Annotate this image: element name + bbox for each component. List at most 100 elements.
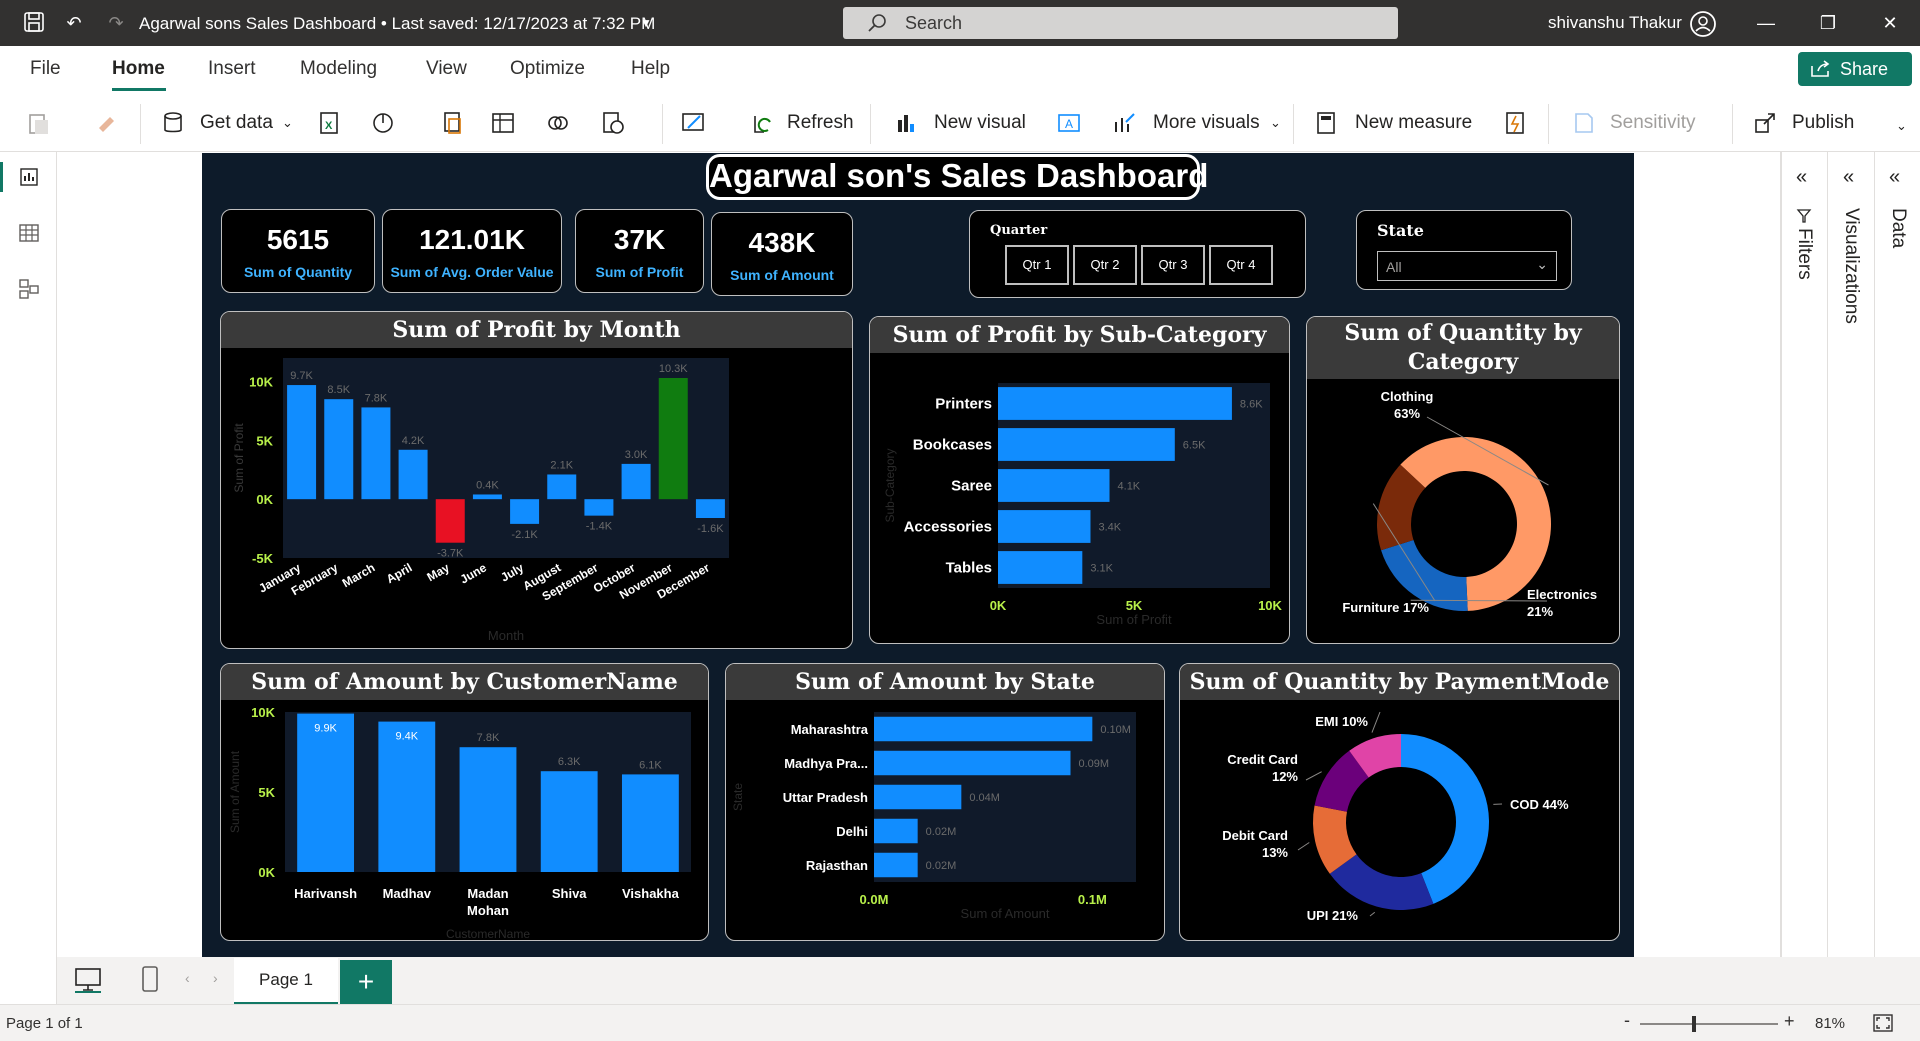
scroll-right-icon[interactable]: › [213,970,218,986]
publish-button[interactable]: Publish [1792,112,1854,134]
zoom-slider-thumb[interactable] [1692,1016,1696,1032]
restore-button[interactable]: ❐ [1808,9,1848,37]
quarter-option-q4[interactable]: Qtr 4 [1209,245,1273,285]
chart-quantity-by-paymentmode[interactable]: Sum of Quantity by PaymentMode COD 44% UP… [1179,663,1620,941]
chart-title: Sum of Profit by Month [221,312,852,348]
x-tick-label: 10K [1258,598,1282,613]
zoom-in-button[interactable]: + [1784,1011,1795,1032]
text-box-icon[interactable]: A [1056,110,1082,136]
datahub-icon[interactable] [370,110,396,136]
data-label: Clothing [1381,389,1434,404]
scroll-left-icon[interactable]: ‹ [185,970,190,986]
expand-filters-icon[interactable]: « [1796,166,1807,189]
more-visuals-button[interactable]: More visuals [1153,112,1260,134]
bar [998,510,1091,543]
bar [378,721,436,872]
kpi-card-avg-order-value[interactable]: 121.01K Sum of Avg. Order Value [382,209,562,293]
report-view-icon[interactable] [18,166,40,188]
menu-file[interactable]: File [30,58,61,80]
document-title[interactable]: Agarwal sons Sales Dashboard • Last save… [139,14,655,34]
chart-quantity-by-category[interactable]: Sum of Quantity by Category Clothing 63% E… [1306,316,1620,644]
data-label: 6.3K [558,756,581,768]
dataverse-icon[interactable] [545,110,571,136]
search-box[interactable]: Search [843,7,1398,39]
menu-view[interactable]: View [426,58,467,80]
data-label: 8.5K [327,384,350,396]
right-panes: « « « Filters Visualizations Data [1780,152,1920,957]
avatar[interactable] [1690,11,1716,37]
chart-title: Sum of Quantity by PaymentMode [1180,664,1619,700]
kpi-card-quantity[interactable]: 5615 Sum of Quantity [221,209,375,293]
kpi-card-profit[interactable]: 37K Sum of Profit [575,209,704,293]
redo-icon[interactable]: ↷ [104,11,128,35]
x-tick-label: Madhav [383,886,432,901]
undo-icon[interactable]: ↶ [62,11,86,35]
fit-to-page-icon[interactable] [1873,1014,1893,1032]
data-label: -1.6K [697,523,724,535]
quarter-option-q1[interactable]: Qtr 1 [1005,245,1069,285]
chart-title: Sum of Amount by State [726,664,1164,700]
bar [621,774,679,872]
filters-pane-tab[interactable]: Filters [1793,228,1815,280]
y-axis-label: Sub-Category [883,448,897,522]
mobile-layout-icon[interactable] [140,965,160,993]
quick-measure-icon[interactable] [1502,110,1528,136]
new-measure-button[interactable]: New measure [1355,112,1472,134]
recent-sources-icon[interactable] [600,110,626,136]
title-dropdown-icon[interactable]: ▼ [634,11,658,35]
quarter-slicer-title: Quarter [990,223,1048,238]
menu-insert[interactable]: Insert [208,58,256,80]
visualizations-pane-tab[interactable]: Visualizations [1840,208,1862,324]
transform-data-icon[interactable] [680,110,706,136]
excel-icon[interactable]: X [316,110,342,136]
minimize-button[interactable]: — [1746,9,1786,37]
bar [998,387,1232,420]
x-tick-label: 5K [1126,598,1143,613]
kpi-label: Sum of Avg. Order Value [390,264,554,280]
menu-help[interactable]: Help [631,58,670,80]
y-tick-label: 10K [251,705,275,720]
chart-amount-by-customer[interactable]: Sum of Amount by CustomerName 10K 5K 0K Sum… [220,663,709,941]
chart-profit-by-month[interactable]: Sum of Profit by Month 10K 5K 0K -5K Sum of … [220,311,853,649]
enter-data-icon[interactable] [490,110,516,136]
get-data-button[interactable]: Get data [200,112,273,134]
sql-icon[interactable] [440,110,466,136]
chart-profit-by-subcategory[interactable]: Sum of Profit by Sub-Category Printers 8.… [869,316,1290,644]
menu-optimize[interactable]: Optimize [510,58,585,80]
data-pane-tab[interactable]: Data [1887,208,1909,248]
chart-amount-by-state[interactable]: Sum of Amount by State Maharashtra 0.10M M… [725,663,1165,941]
refresh-button[interactable]: Refresh [787,112,854,134]
model-view-icon[interactable] [18,278,40,300]
zoom-slider[interactable] [1640,1023,1778,1025]
y-axis-label: Sum of Amount [228,750,242,833]
menu-modeling[interactable]: Modeling [300,58,377,80]
more-visuals-chevron-icon[interactable]: ⌄ [1270,115,1281,131]
data-label: 0.10M [1100,724,1131,736]
quarter-option-q3[interactable]: Qtr 3 [1141,245,1205,285]
quarter-option-q2[interactable]: Qtr 2 [1073,245,1137,285]
user-name[interactable]: shivanshu Thakur [1548,13,1682,33]
data-label: Furniture 17% [1342,600,1429,615]
desktop-layout-icon[interactable] [73,967,103,993]
add-page-button[interactable]: + [340,960,392,1004]
new-visual-button[interactable]: New visual [934,112,1026,134]
paste-icon[interactable] [26,110,52,136]
bar [874,716,1093,742]
table-view-icon[interactable] [18,222,40,244]
zoom-out-button[interactable]: - [1624,1010,1630,1031]
kpi-card-amount[interactable]: 438K Sum of Amount [711,212,853,296]
share-button[interactable]: Share [1798,52,1912,86]
expand-data-icon[interactable]: « [1889,166,1900,189]
sensitivity-button[interactable]: Sensitivity [1610,112,1696,134]
save-icon[interactable] [22,11,46,35]
get-data-chevron-icon[interactable]: ⌄ [282,115,293,131]
format-painter-icon[interactable] [94,110,120,136]
close-button[interactable]: ✕ [1870,9,1910,37]
expand-visualizations-icon[interactable]: « [1843,166,1854,189]
menu-home[interactable]: Home [112,58,165,80]
bar [361,407,391,500]
state-dropdown[interactable]: All ⌄ [1377,251,1557,281]
bar [658,378,688,500]
collapse-ribbon-chevron-icon[interactable]: ⌄ [1896,118,1907,134]
tab-page-1[interactable]: Page 1 [234,958,338,1005]
